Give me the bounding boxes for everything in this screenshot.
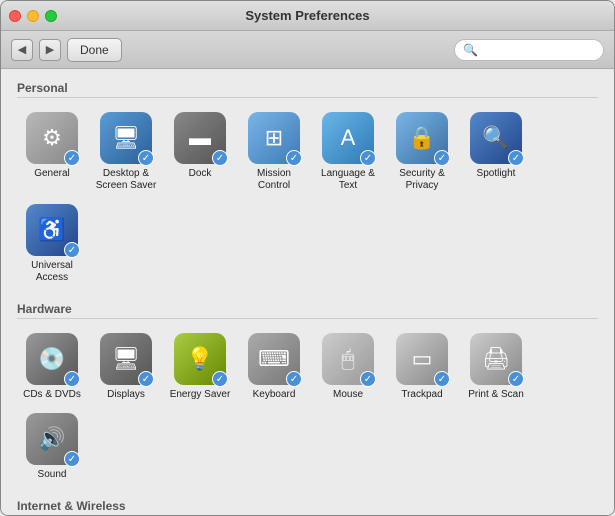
toolbar: ◀ ▶ Done 🔍 (1, 31, 614, 69)
checkmark-print: ✓ (508, 371, 524, 387)
label-cds: CDs & DVDs (23, 389, 81, 401)
section-hardware: Hardware 💿✓ CDs & DVDs 🖥✓ Displays 💡✓ Energy S… (17, 302, 598, 489)
pref-item-keyboard[interactable]: ⌨✓ Keyboard (239, 329, 309, 405)
content-area: Personal ⚙✓ General 🖥✓ Desktop & Screen Save… (1, 69, 614, 515)
pref-item-mouse[interactable]: 🖱✓ Mouse (313, 329, 383, 405)
icon-wrap-general: ⚙✓ (26, 112, 78, 164)
label-spotlight: Spotlight (477, 168, 516, 180)
checkmark-general: ✓ (64, 150, 80, 166)
checkmark-trackpad: ✓ (434, 371, 450, 387)
label-security: Security & Privacy (389, 168, 455, 192)
icon-wrap-keyboard: ⌨✓ (248, 333, 300, 385)
pref-item-displays[interactable]: 🖥✓ Displays (91, 329, 161, 405)
label-sound: Sound (38, 469, 67, 481)
icon-wrap-energy: 💡✓ (174, 333, 226, 385)
section-title-internet: Internet & Wireless (17, 499, 598, 515)
icon-wrap-mission: ⊞✓ (248, 112, 300, 164)
icon-wrap-universal: ♿✓ (26, 204, 78, 256)
icon-wrap-language: A✓ (322, 112, 374, 164)
items-row-hardware: 💿✓ CDs & DVDs 🖥✓ Displays 💡✓ Energy Saver ⌨✓ Ke… (17, 325, 598, 489)
label-language: Language & Text (315, 168, 381, 192)
search-icon: 🔍 (463, 43, 478, 57)
pref-item-mission[interactable]: ⊞✓ Mission Control (239, 108, 309, 196)
label-desktop: Desktop & Screen Saver (93, 168, 159, 192)
pref-item-sound[interactable]: 🔊✓ Sound (17, 409, 87, 485)
titlebar: System Preferences (1, 1, 614, 31)
pref-item-security[interactable]: 🔒✓ Security & Privacy (387, 108, 457, 196)
section-title-hardware: Hardware (17, 302, 598, 319)
checkmark-displays: ✓ (138, 371, 154, 387)
system-preferences-window: System Preferences ◀ ▶ Done 🔍 Personal ⚙✓… (0, 0, 615, 516)
checkmark-energy: ✓ (212, 371, 228, 387)
checkmark-spotlight: ✓ (508, 150, 524, 166)
section-internet: Internet & Wireless☁✓iCloud@✓Mail, Conta… (17, 499, 598, 515)
label-keyboard: Keyboard (253, 389, 296, 401)
pref-item-dock[interactable]: ▬✓ Dock (165, 108, 235, 196)
checkmark-cds: ✓ (64, 371, 80, 387)
done-button[interactable]: Done (67, 38, 122, 62)
forward-button[interactable]: ▶ (39, 39, 61, 61)
label-general: General (34, 168, 70, 180)
icon-wrap-displays: 🖥✓ (100, 333, 152, 385)
window-title: System Preferences (245, 8, 369, 23)
checkmark-mouse: ✓ (360, 371, 376, 387)
items-row-personal: ⚙✓ General 🖥✓ Desktop & Screen Saver ▬✓ Dock ⊞… (17, 104, 598, 292)
label-print: Print & Scan (468, 389, 524, 401)
icon-wrap-trackpad: ▭✓ (396, 333, 448, 385)
label-trackpad: Trackpad (401, 389, 442, 401)
search-box[interactable]: 🔍 (454, 39, 604, 61)
icon-wrap-mouse: 🖱✓ (322, 333, 374, 385)
back-button[interactable]: ◀ (11, 39, 33, 61)
pref-item-print[interactable]: 🖨✓ Print & Scan (461, 329, 531, 405)
section-personal: Personal ⚙✓ General 🖥✓ Desktop & Screen Save… (17, 81, 598, 292)
icon-wrap-sound: 🔊✓ (26, 413, 78, 465)
icon-wrap-spotlight: 🔍✓ (470, 112, 522, 164)
label-mouse: Mouse (333, 389, 363, 401)
icon-wrap-print: 🖨✓ (470, 333, 522, 385)
checkmark-desktop: ✓ (138, 150, 154, 166)
pref-item-energy[interactable]: 💡✓ Energy Saver (165, 329, 235, 405)
checkmark-language: ✓ (360, 150, 376, 166)
checkmark-mission: ✓ (286, 150, 302, 166)
label-mission: Mission Control (241, 168, 307, 192)
pref-item-language[interactable]: A✓ Language & Text (313, 108, 383, 196)
pref-item-cds[interactable]: 💿✓ CDs & DVDs (17, 329, 87, 405)
section-title-personal: Personal (17, 81, 598, 98)
icon-wrap-desktop: 🖥✓ (100, 112, 152, 164)
pref-item-trackpad[interactable]: ▭✓ Trackpad (387, 329, 457, 405)
checkmark-sound: ✓ (64, 451, 80, 467)
pref-item-spotlight[interactable]: 🔍✓ Spotlight (461, 108, 531, 196)
checkmark-security: ✓ (434, 150, 450, 166)
icon-wrap-dock: ▬✓ (174, 112, 226, 164)
checkmark-dock: ✓ (212, 150, 228, 166)
pref-item-desktop[interactable]: 🖥✓ Desktop & Screen Saver (91, 108, 161, 196)
pref-item-universal[interactable]: ♿✓ Universal Access (17, 200, 87, 288)
minimize-button[interactable] (27, 10, 39, 22)
label-displays: Displays (107, 389, 145, 401)
icon-wrap-cds: 💿✓ (26, 333, 78, 385)
checkmark-keyboard: ✓ (286, 371, 302, 387)
label-energy: Energy Saver (170, 389, 231, 401)
icon-wrap-security: 🔒✓ (396, 112, 448, 164)
traffic-lights (9, 10, 57, 22)
label-universal: Universal Access (19, 260, 85, 284)
close-button[interactable] (9, 10, 21, 22)
checkmark-universal: ✓ (64, 242, 80, 258)
pref-item-general[interactable]: ⚙✓ General (17, 108, 87, 196)
maximize-button[interactable] (45, 10, 57, 22)
label-dock: Dock (189, 168, 212, 180)
